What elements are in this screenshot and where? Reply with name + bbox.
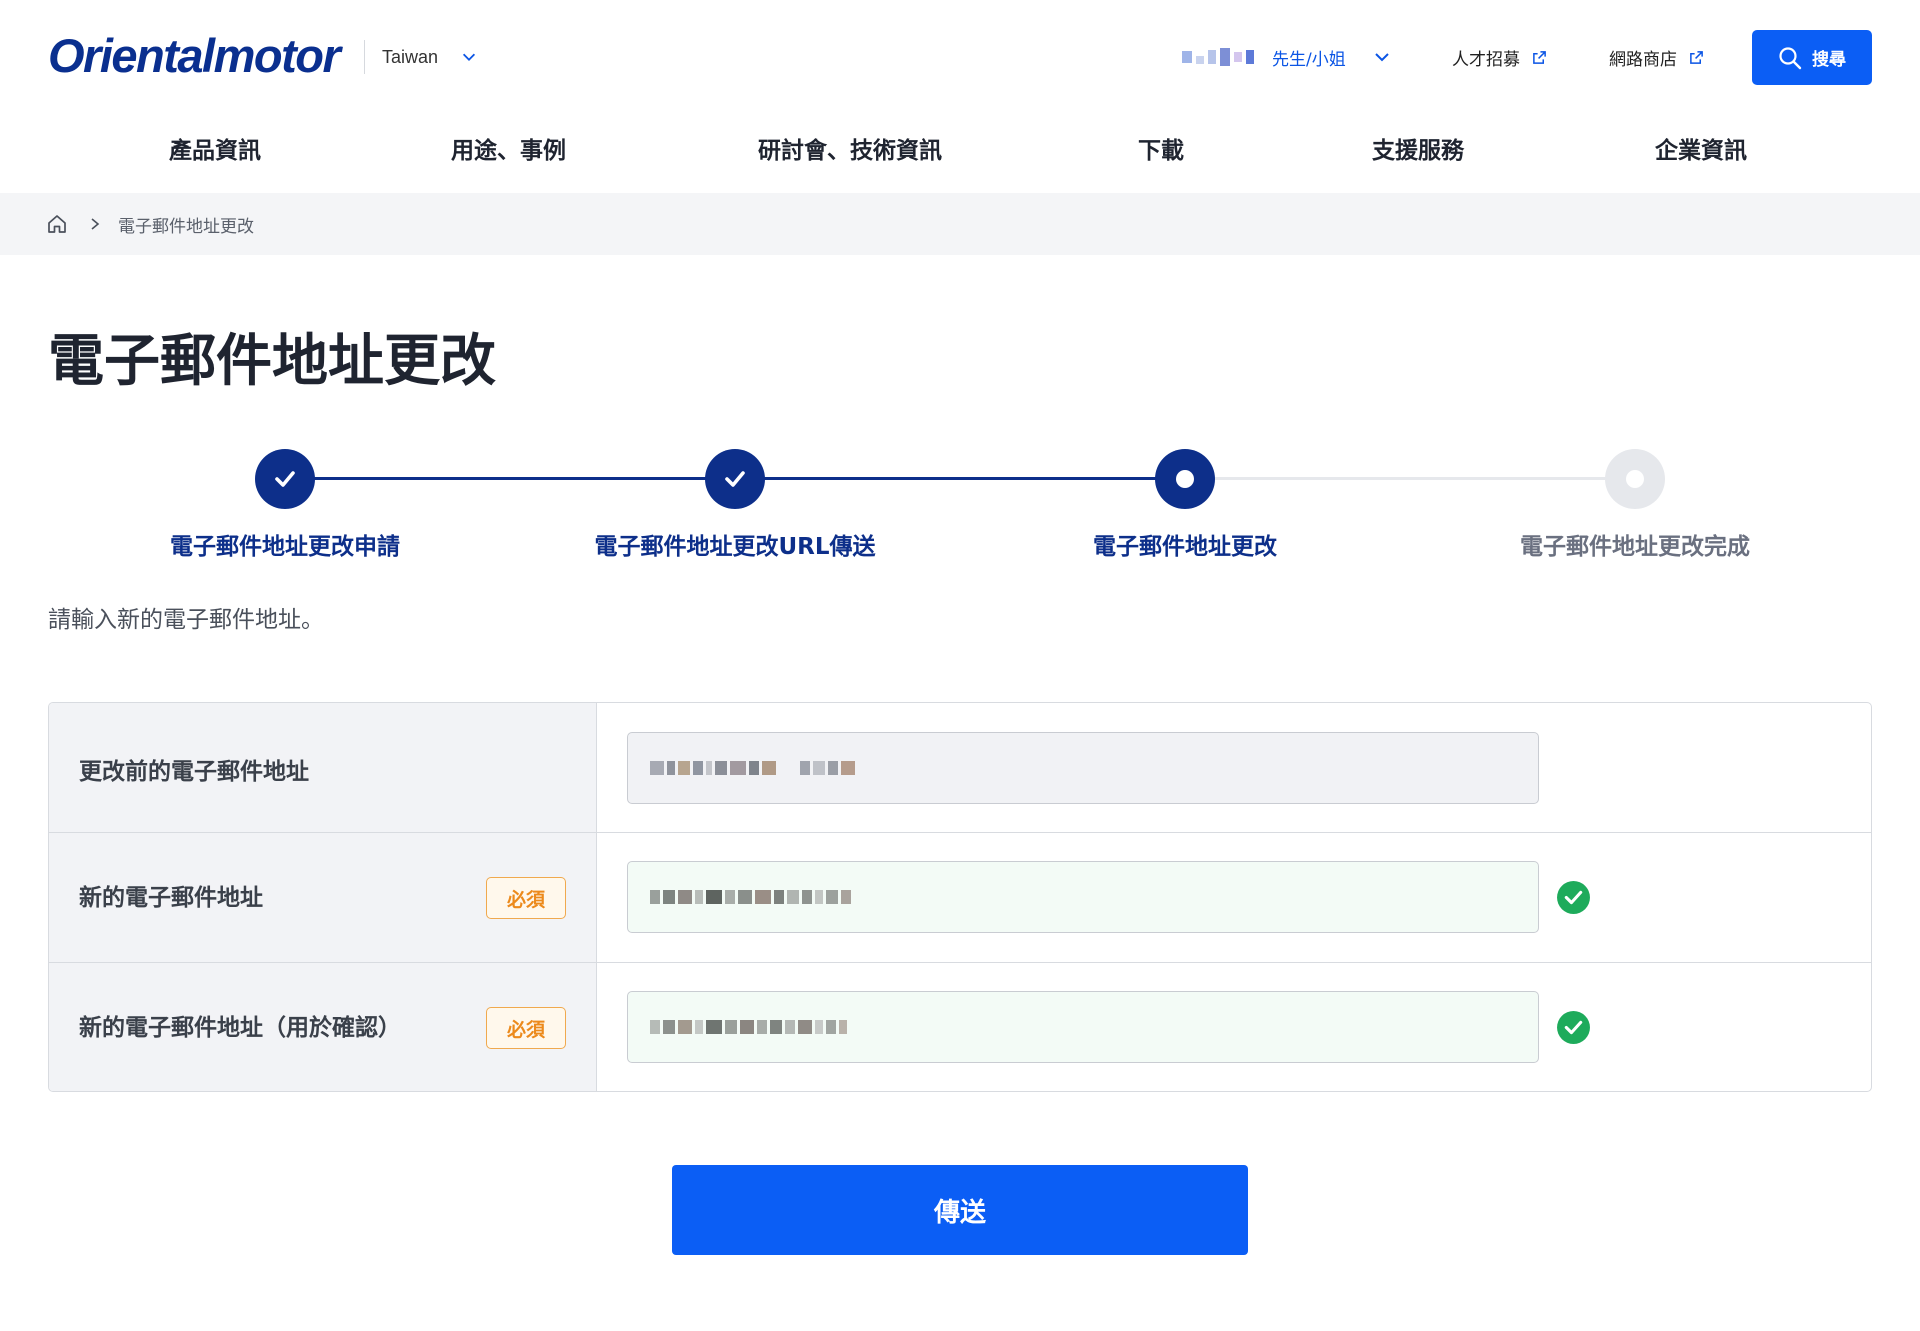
- step-3-label: 電子郵件地址更改: [1093, 534, 1277, 560]
- search-label: 搜尋: [1812, 50, 1846, 70]
- site-header: Orientalmotor Taiwan 先生/小姐 人才招募 網路商店 搜尋: [0, 0, 1920, 113]
- step-1-label: 電子郵件地址更改申請: [170, 534, 400, 560]
- required-badge: 必須: [486, 877, 566, 919]
- shop-label: 網路商店: [1609, 49, 1677, 70]
- breadcrumb: 電子郵件地址更改: [0, 193, 1920, 255]
- form-row-current-email: 更改前的電子郵件地址: [49, 703, 1871, 833]
- confirm-email-input[interactable]: [627, 991, 1539, 1063]
- new-email-label: 新的電子郵件地址: [79, 885, 263, 911]
- chevron-right-icon: [91, 218, 100, 230]
- valid-check-icon: [1557, 1011, 1590, 1044]
- check-icon: [275, 471, 295, 487]
- user-menu[interactable]: 先生/小姐: [1182, 40, 1392, 74]
- step-1-circle: [255, 449, 315, 509]
- step-connector: [285, 477, 735, 480]
- progress-stepper: 電子郵件地址更改申請 電子郵件地址更改URL傳送 電子郵件地址更改 電子郵件地址…: [0, 440, 1920, 580]
- region-selector[interactable]: Taiwan: [364, 40, 478, 74]
- home-icon[interactable]: [46, 213, 68, 235]
- global-nav: 產品資訊 用途、事例 研討會、技術資訊 下載 支援服務 企業資訊: [0, 113, 1920, 193]
- submit-button[interactable]: 傳送: [672, 1165, 1248, 1255]
- nav-applications[interactable]: 用途、事例: [451, 131, 566, 165]
- search-icon: [1779, 46, 1802, 69]
- pending-dot-icon: [1626, 470, 1644, 488]
- redacted-email-value: [650, 761, 855, 775]
- nav-products[interactable]: 產品資訊: [169, 131, 261, 165]
- nav-downloads[interactable]: 下載: [1138, 131, 1184, 165]
- required-badge: 必須: [486, 1007, 566, 1049]
- online-shop-link[interactable]: 網路商店: [1609, 42, 1704, 72]
- confirm-email-label: 新的電子郵件地址（用於確認）: [79, 1015, 401, 1041]
- breadcrumb-current: 電子郵件地址更改: [118, 217, 254, 237]
- chevron-down-icon: [1375, 53, 1389, 62]
- user-honorific: 先生/小姐: [1272, 49, 1346, 70]
- current-email-field: [627, 732, 1539, 804]
- search-button[interactable]: 搜尋: [1752, 30, 1872, 85]
- nav-seminars[interactable]: 研討會、技術資訊: [758, 131, 942, 165]
- user-name-redacted: [1182, 48, 1254, 66]
- current-email-label: 更改前的電子郵件地址: [79, 759, 309, 785]
- step-connector: [1185, 477, 1635, 480]
- row-header: 更改前的電子郵件地址: [49, 703, 597, 832]
- valid-check-icon: [1557, 881, 1590, 914]
- region-label: Taiwan: [382, 46, 439, 67]
- check-icon: [725, 471, 745, 487]
- row-header: 新的電子郵件地址（用於確認） 必須: [49, 963, 597, 1091]
- redacted-email-value: [650, 1020, 847, 1034]
- current-dot-icon: [1176, 470, 1194, 488]
- page-title: 電子郵件地址更改: [48, 329, 496, 394]
- nav-company[interactable]: 企業資訊: [1655, 131, 1747, 165]
- nav-support[interactable]: 支援服務: [1372, 131, 1464, 165]
- external-link-icon: [1533, 50, 1546, 64]
- step-2-label: 電子郵件地址更改URL傳送: [594, 534, 876, 560]
- recruit-label: 人才招募: [1452, 49, 1520, 70]
- email-change-form: 更改前的電子郵件地址 新的電子郵件地址 必須 新的電子郵件地址（用於確認） 必須: [48, 702, 1872, 1092]
- oriental-motor-logo[interactable]: Orientalmotor: [48, 30, 341, 82]
- step-3-circle: [1155, 449, 1215, 509]
- step-2-circle: [705, 449, 765, 509]
- form-row-new-email: 新的電子郵件地址 必須: [49, 833, 1871, 963]
- step-connector: [735, 477, 1185, 480]
- chevron-down-icon: [462, 53, 476, 61]
- redacted-email-value: [650, 890, 851, 904]
- external-link-icon: [1690, 50, 1703, 64]
- form-row-confirm-email: 新的電子郵件地址（用於確認） 必須: [49, 963, 1871, 1091]
- row-header: 新的電子郵件地址 必須: [49, 833, 597, 962]
- step-4-label: 電子郵件地址更改完成: [1520, 534, 1750, 560]
- new-email-input[interactable]: [627, 861, 1539, 933]
- recruit-link[interactable]: 人才招募: [1452, 42, 1547, 72]
- instruction-text: 請輸入新的電子郵件地址。: [48, 607, 324, 633]
- step-4-circle: [1605, 449, 1665, 509]
